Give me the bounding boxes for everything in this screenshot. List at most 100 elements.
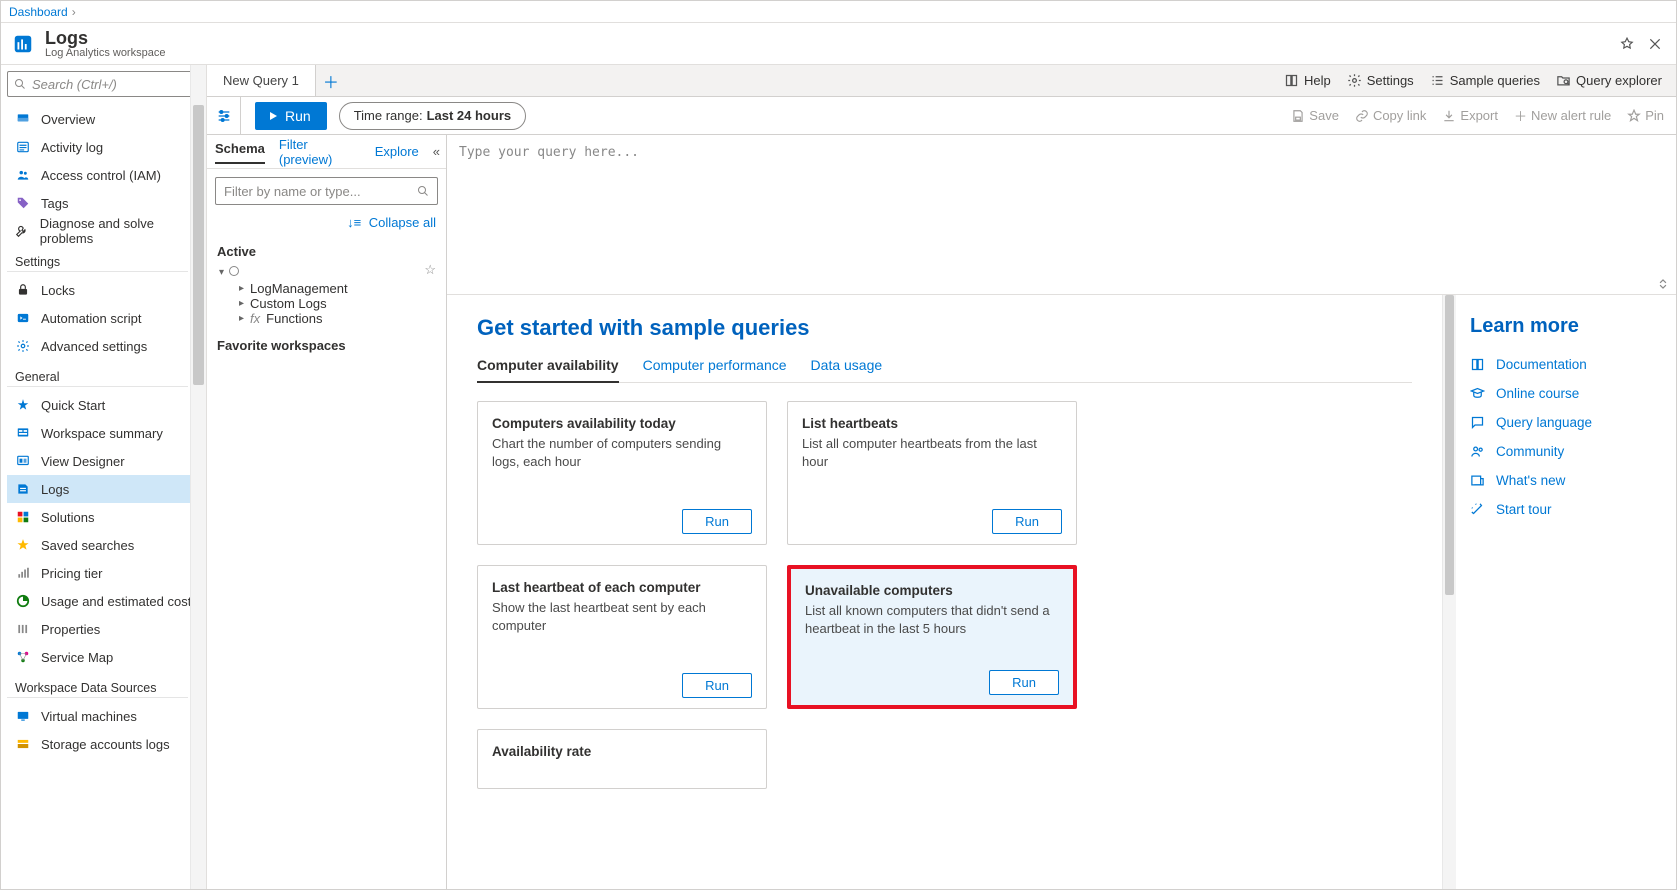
run-button[interactable]: Run — [255, 102, 327, 130]
tree-functions[interactable]: ▸ fx Functions — [217, 311, 436, 326]
learn-online-course[interactable]: Online course — [1470, 379, 1664, 408]
schema-filter-input[interactable]: Filter by name or type... — [215, 177, 438, 205]
nav-service-map[interactable]: Service Map — [7, 643, 206, 671]
learn-community[interactable]: Community — [1470, 437, 1664, 466]
nav-logs[interactable]: Logs — [7, 475, 206, 503]
nav-workspace-summary[interactable]: Workspace summary — [7, 419, 206, 447]
doc-icon — [1470, 357, 1486, 372]
learn-documentation[interactable]: Documentation — [1470, 350, 1664, 379]
breadcrumb[interactable]: Dashboard › — [1, 1, 1676, 23]
nav-search-placeholder: Search (Ctrl+/) — [32, 77, 117, 92]
collapse-schema-icon[interactable]: « — [433, 144, 440, 159]
settings-button[interactable]: Settings — [1347, 73, 1414, 88]
run-sample-button[interactable]: Run — [992, 509, 1062, 534]
log-analytics-icon — [11, 32, 35, 56]
nav-saved-searches[interactable]: Saved searches — [7, 531, 206, 559]
save-button[interactable]: Save — [1291, 106, 1339, 125]
add-tab-button[interactable]: ＋ — [316, 65, 346, 96]
nav-solutions[interactable]: Solutions — [7, 503, 206, 531]
query-editor[interactable]: Type your query here... — [447, 135, 1676, 295]
logs-icon — [15, 482, 31, 496]
properties-icon — [15, 622, 31, 636]
learn-start-tour[interactable]: Start tour — [1470, 495, 1664, 524]
tree-workspace-node[interactable]: ▾ ☆ — [217, 259, 436, 281]
pin-icon[interactable] — [1618, 35, 1636, 53]
page-title: Logs — [45, 29, 165, 47]
pin-icon — [1627, 109, 1641, 123]
nav-tags[interactable]: Tags — [7, 189, 206, 217]
tab-computer-availability[interactable]: Computer availability — [477, 351, 619, 383]
nav-quick-start[interactable]: Quick Start — [7, 391, 206, 419]
nav-activity-log[interactable]: Activity log — [7, 133, 206, 161]
learn-more-panel: Learn more Documentation Online course Q… — [1456, 295, 1676, 889]
sample-card-list-heartbeats: List heartbeats List all computer heartb… — [787, 401, 1077, 545]
wrench-icon — [15, 224, 30, 238]
query-tab[interactable]: New Query 1 — [207, 65, 316, 96]
chevron-right-icon: › — [72, 5, 76, 19]
nav-properties[interactable]: Properties — [7, 615, 206, 643]
results-scrollbar[interactable] — [1442, 295, 1456, 889]
collapse-all-button[interactable]: ↓≡ Collapse all — [207, 205, 446, 234]
vm-icon — [15, 709, 31, 723]
nav-advanced-settings[interactable]: Advanced settings — [7, 332, 206, 360]
usage-icon — [15, 594, 31, 608]
tab-schema[interactable]: Schema — [215, 141, 265, 164]
export-icon — [1442, 109, 1456, 123]
tab-data-usage[interactable]: Data usage — [811, 351, 883, 382]
link-icon — [1355, 109, 1369, 123]
schema-pane: Schema Filter (preview) Explore « Filter… — [207, 135, 447, 889]
learn-query-language[interactable]: Query language — [1470, 408, 1664, 437]
run-sample-button[interactable]: Run — [682, 673, 752, 698]
learn-more-heading: Learn more — [1470, 315, 1664, 338]
pin-button[interactable]: Pin — [1627, 106, 1664, 125]
favorite-star-icon[interactable]: ☆ — [424, 262, 436, 278]
chat-icon — [1470, 415, 1486, 430]
new-alert-button[interactable]: ＋ New alert rule — [1514, 106, 1611, 125]
breadcrumb-root[interactable]: Dashboard — [9, 5, 68, 19]
tab-computer-performance[interactable]: Computer performance — [643, 351, 787, 382]
expand-handle-icon[interactable] — [1656, 277, 1670, 291]
sample-queries-button[interactable]: Sample queries — [1430, 73, 1540, 88]
folder-search-icon — [1556, 73, 1571, 88]
nav-overview[interactable]: Overview — [7, 105, 206, 133]
summary-icon — [15, 426, 31, 440]
search-icon — [14, 78, 26, 90]
learn-whats-new[interactable]: What's new — [1470, 466, 1664, 495]
nav-diagnose[interactable]: Diagnose and solve problems — [7, 217, 206, 245]
play-icon — [267, 110, 279, 122]
time-range-picker[interactable]: Time range: Last 24 hours — [339, 102, 526, 130]
caret-right-icon: ▸ — [239, 298, 244, 309]
sliders-icon[interactable] — [207, 97, 241, 135]
community-icon — [1470, 444, 1486, 459]
tab-filter[interactable]: Filter (preview) — [279, 137, 361, 167]
page-subtitle: Log Analytics workspace — [45, 47, 165, 59]
query-explorer-button[interactable]: Query explorer — [1556, 73, 1662, 88]
caret-right-icon: ▸ — [239, 313, 244, 324]
nav-locks[interactable]: Locks — [7, 276, 206, 304]
workspace-icon — [228, 265, 240, 277]
nav-automation-script[interactable]: Automation script — [7, 304, 206, 332]
nav-view-designer[interactable]: View Designer — [7, 447, 206, 475]
run-sample-button[interactable]: Run — [682, 509, 752, 534]
close-icon[interactable] — [1646, 35, 1664, 53]
export-button[interactable]: Export — [1442, 106, 1498, 125]
nav-pricing-tier[interactable]: Pricing tier — [7, 559, 206, 587]
nav-scrollbar[interactable] — [190, 65, 206, 889]
tab-explore[interactable]: Explore — [375, 144, 419, 159]
nav-storage-accounts-logs[interactable]: Storage accounts logs — [7, 730, 206, 758]
resource-header: Logs Log Analytics workspace — [1, 23, 1676, 65]
gear-icon — [1347, 73, 1362, 88]
nav-virtual-machines[interactable]: Virtual machines — [7, 702, 206, 730]
copy-link-button[interactable]: Copy link — [1355, 106, 1426, 125]
tree-custom-logs[interactable]: ▸ Custom Logs — [217, 296, 436, 311]
nav-access-control[interactable]: Access control (IAM) — [7, 161, 206, 189]
action-bar: Run Time range: Last 24 hours Save Copy … — [207, 97, 1676, 135]
sample-card-last-heartbeat: Last heartbeat of each computer Show the… — [477, 565, 767, 709]
run-sample-button[interactable]: Run — [989, 670, 1059, 695]
tag-icon — [15, 196, 31, 210]
help-button[interactable]: Help — [1284, 73, 1331, 88]
tree-logmanagement[interactable]: ▸ LogManagement — [217, 281, 436, 296]
nav-usage-costs[interactable]: Usage and estimated costs — [7, 587, 206, 615]
search-icon — [417, 185, 429, 197]
nav-search-input[interactable]: Search (Ctrl+/) — [7, 71, 197, 97]
